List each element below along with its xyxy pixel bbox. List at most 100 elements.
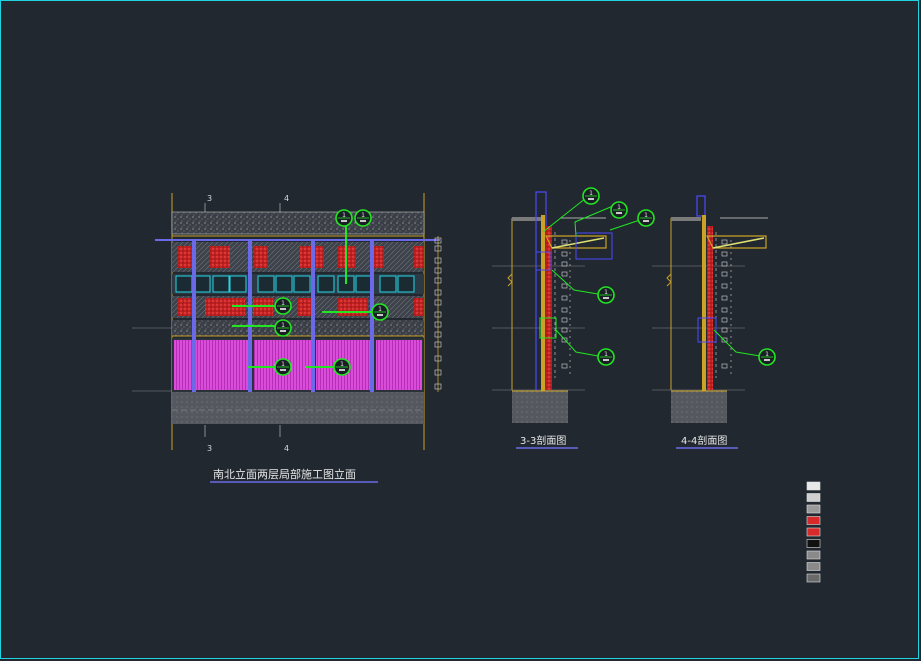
callout-bubble[interactable]: 1 — [354, 209, 372, 227]
window-pane — [397, 275, 415, 293]
section-4-4-drawing[interactable]: 4-4剖面图 — [652, 195, 768, 449]
dimension-ticks — [721, 239, 728, 369]
callout-number: 1 — [617, 204, 621, 211]
legend-swatch — [806, 516, 821, 525]
section-column-outline — [696, 195, 706, 217]
floor-slab-band — [172, 320, 424, 336]
dimension-tick — [721, 317, 728, 323]
legend-swatch — [806, 562, 821, 571]
section-ground — [512, 391, 568, 423]
shutter-door — [174, 340, 248, 390]
leader-line — [551, 269, 599, 295]
leader-line — [609, 219, 641, 231]
legend-swatch — [806, 527, 821, 537]
callout-bubble[interactable]: 1 — [335, 209, 353, 227]
roof-slab — [512, 217, 542, 221]
dimension-tick — [561, 317, 568, 323]
callout-number: 1 — [340, 361, 344, 368]
dimension-tick — [721, 363, 728, 369]
upper-wall-band — [172, 242, 424, 272]
dimension-tick — [561, 251, 568, 257]
dimension-tick — [561, 327, 568, 333]
legend-swatch — [806, 539, 821, 548]
callout-bubble[interactable]: 1 — [333, 358, 351, 376]
section-wall-core — [702, 215, 706, 391]
brick-panel — [414, 298, 424, 316]
window-pane — [275, 275, 293, 293]
material-legend — [806, 481, 821, 583]
legend-swatch — [806, 504, 821, 514]
callout-bubble[interactable]: 1 — [274, 297, 292, 315]
window-pane — [317, 275, 335, 293]
dimension-tick — [561, 239, 568, 245]
dimension-tick — [561, 271, 568, 277]
brick-panel — [338, 298, 368, 316]
callout-bubble[interactable]: 1 — [597, 286, 615, 304]
callout-bubble[interactable]: 1 — [597, 348, 615, 366]
axis-label-top: 3 — [207, 194, 212, 203]
brick-panel — [414, 246, 424, 268]
callout-number: 1 — [765, 351, 769, 358]
callout-bubble[interactable]: 1 — [637, 209, 655, 227]
callout-bubble[interactable]: 1 — [274, 319, 292, 337]
callout-number: 1 — [281, 322, 285, 329]
parapet-band — [171, 211, 425, 235]
callout-bubble[interactable]: 1 — [610, 201, 628, 219]
dimension-tick — [561, 363, 568, 369]
leader-line — [555, 329, 599, 357]
dimension-tick — [561, 261, 568, 267]
dimension-tick — [721, 307, 728, 313]
dimension-tick — [721, 327, 728, 333]
legend-swatch — [806, 550, 821, 560]
callout-number: 1 — [342, 212, 346, 219]
callout-number: 1 — [281, 361, 285, 368]
callout-bubble[interactable]: 1 — [371, 303, 389, 321]
window-pane — [257, 275, 275, 293]
callout-number: 1 — [378, 306, 382, 313]
brick-panel — [178, 246, 194, 268]
legend-swatch — [806, 573, 821, 583]
roof-slab — [671, 217, 701, 221]
section-4-4-title: 4-4剖面图 — [681, 434, 727, 447]
canopy-brace — [712, 237, 765, 249]
dimension-tick — [561, 307, 568, 313]
break-line — [507, 273, 513, 287]
callout-number: 1 — [589, 190, 593, 197]
dimension-tick — [721, 283, 728, 289]
window-pane — [293, 275, 311, 293]
brick-panel — [374, 246, 384, 268]
callout-bubble[interactable]: 1 — [274, 358, 292, 376]
leader-line — [542, 197, 587, 233]
callout-number: 1 — [361, 212, 365, 219]
window-pane — [229, 275, 247, 293]
callout-bubble[interactable]: 1 — [758, 348, 776, 366]
section-3-3-drawing[interactable]: 3-3剖面图 — [492, 191, 641, 449]
break-line — [666, 273, 672, 287]
elevation-drawing[interactable]: 3 4 3 4 南北立面两层局部施工图立面 — [132, 193, 442, 483]
brick-panel — [254, 246, 268, 268]
section-3-3-title: 3-3剖面图 — [520, 434, 566, 447]
callout-bubble[interactable]: 1 — [582, 187, 600, 205]
axis-label-top: 4 — [284, 194, 289, 203]
callout-number: 1 — [604, 289, 608, 296]
dimension-tick — [721, 271, 728, 277]
window-pane — [193, 275, 211, 293]
callout-number: 1 — [604, 351, 608, 358]
section-wall-core — [541, 215, 545, 391]
axis-label-bottom: 4 — [284, 444, 289, 453]
foundation-band — [172, 392, 424, 424]
section-cladding — [707, 226, 713, 390]
elevation-title: 南北立面两层局部施工图立面 — [213, 467, 356, 481]
leader-line — [713, 329, 761, 357]
column — [192, 240, 196, 400]
dimension-tick — [561, 295, 568, 301]
legend-swatch — [806, 481, 821, 491]
brick-panel — [178, 298, 192, 316]
window-pane — [175, 275, 193, 293]
cad-drawing[interactable]: 3 4 3 4 南北立面两层局部施工图立面 3-3剖面图 4-4剖面图 1 1 … — [0, 0, 921, 661]
legend-swatch — [806, 493, 821, 502]
dimension-tick — [721, 261, 728, 267]
column — [248, 240, 252, 400]
column — [370, 240, 374, 400]
shutter-door — [376, 340, 422, 390]
